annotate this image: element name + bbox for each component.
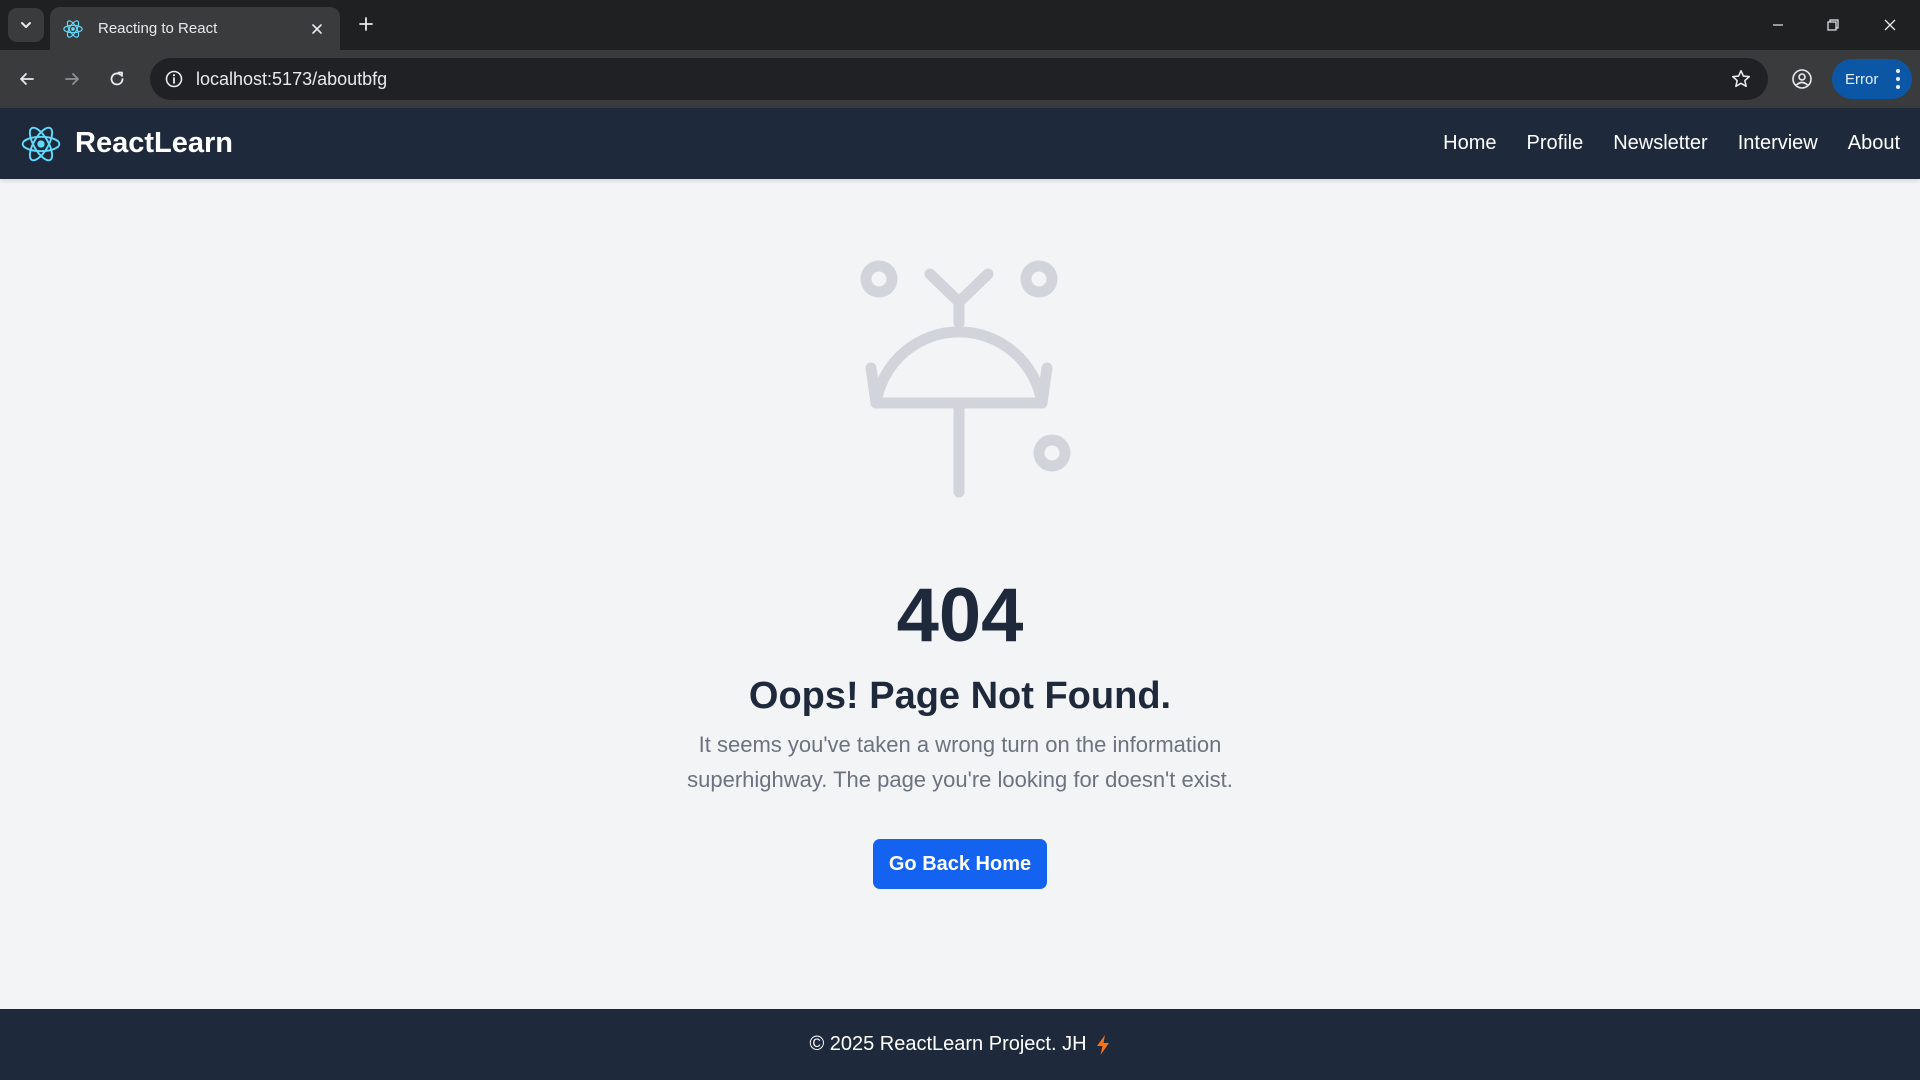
nav-link-home[interactable]: Home (1443, 132, 1496, 155)
error-label: Error (1845, 70, 1879, 88)
plus-icon (359, 17, 373, 31)
nav-link-interview[interactable]: Interview (1738, 132, 1818, 155)
main-nav: Home Profile Newsletter Interview About (1443, 132, 1900, 155)
brand-name[interactable]: ReactLearn (75, 127, 233, 160)
new-tab-button[interactable] (354, 12, 378, 36)
nav-link-newsletter[interactable]: Newsletter (1613, 132, 1707, 155)
reload-button[interactable] (102, 64, 132, 94)
more-vertical-icon (1896, 69, 1900, 89)
chevron-down-icon (21, 22, 31, 28)
tab-close-button[interactable] (306, 18, 328, 40)
reload-icon (110, 71, 124, 86)
arrow-right-icon (65, 73, 79, 85)
minimize-icon (1773, 24, 1783, 26)
site-footer: © 2025 ReactLearn Project. JH (0, 1009, 1920, 1080)
arrow-left-icon (20, 73, 34, 85)
profile-button[interactable] (1787, 64, 1817, 94)
restore-icon (1827, 19, 1839, 31)
bookmark-star-icon[interactable] (1728, 66, 1754, 92)
close-window-button[interactable] (1872, 10, 1908, 40)
react-icon (62, 18, 84, 40)
browser-tab[interactable]: Reacting to React (50, 7, 340, 50)
go-back-home-button[interactable]: Go Back Home (873, 839, 1047, 889)
site-header: ReactLearn Home Profile Newsletter Inter… (0, 108, 1920, 179)
footer-copyright: © 2025 ReactLearn Project. JH (809, 1033, 1087, 1055)
forward-button[interactable] (57, 64, 87, 94)
page-title: Oops! Page Not Found. (748, 675, 1172, 717)
nav-link-profile[interactable]: Profile (1527, 132, 1584, 155)
not-found-section: 404 Oops! Page Not Found. It seems you'v… (0, 179, 1920, 1009)
restore-button[interactable] (1815, 10, 1851, 40)
nav-link-about[interactable]: About (1848, 132, 1900, 155)
browser-tab-strip: Reacting to React (0, 0, 1920, 50)
back-button[interactable] (12, 64, 42, 94)
tab-search-button[interactable] (8, 8, 44, 42)
error-menu-button[interactable]: Error (1832, 59, 1912, 99)
address-bar[interactable]: localhost:5173/aboutbfg (150, 58, 1768, 100)
browser-toolbar: localhost:5173/aboutbfg Error (0, 50, 1920, 108)
tab-title: Reacting to React (98, 20, 218, 37)
error-description: It seems you've taken a wrong turn on th… (687, 732, 1233, 792)
site-info-icon[interactable] (162, 67, 186, 91)
close-icon (312, 23, 322, 34)
broken-satellite-icon (860, 260, 1071, 498)
minimize-button[interactable] (1760, 10, 1796, 40)
url-text: localhost:5173/aboutbfg (196, 68, 388, 89)
account-icon (1792, 69, 1812, 89)
error-code: 404 (896, 573, 1024, 658)
page-viewport: ReactLearn Home Profile Newsletter Inter… (0, 108, 1920, 1080)
react-icon[interactable] (20, 123, 62, 165)
close-icon (1884, 19, 1896, 31)
lightning-bolt-icon (1095, 1034, 1111, 1056)
